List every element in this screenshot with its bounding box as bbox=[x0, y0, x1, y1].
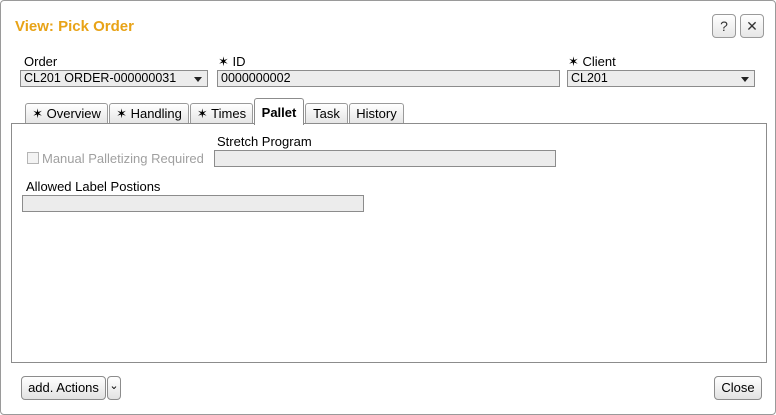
tab-pallet[interactable]: Pallet bbox=[254, 98, 304, 125]
order-label: Order bbox=[24, 54, 58, 69]
allowed-label-positions-label: Allowed Label Postions bbox=[26, 179, 161, 194]
help-icon: ? bbox=[720, 18, 728, 34]
tab-times[interactable]: ✶ Times bbox=[190, 103, 253, 124]
tab-handling[interactable]: ✶ Handling bbox=[109, 103, 189, 124]
allowed-label-positions-field[interactable] bbox=[22, 195, 364, 212]
order-value: CL201 ORDER-000000031 bbox=[24, 71, 177, 85]
chevron-down-icon: ⌄ bbox=[109, 380, 119, 392]
client-select[interactable]: CL201 bbox=[567, 70, 755, 87]
help-button[interactable]: ? bbox=[712, 14, 736, 38]
close-icon: ✕ bbox=[746, 17, 758, 34]
id-value: 0000000002 bbox=[221, 71, 291, 85]
manual-palletizing-label: Manual Palletizing Required bbox=[42, 151, 204, 166]
more-actions-button[interactable]: ⌄ bbox=[107, 376, 121, 400]
tab-history[interactable]: History bbox=[349, 103, 404, 124]
stretch-program-field[interactable] bbox=[214, 150, 556, 167]
id-label: ✶ ID bbox=[218, 54, 246, 69]
stretch-program-label: Stretch Program bbox=[217, 134, 312, 149]
pick-order-dialog: View: Pick Order ? ✕ Order CL201 ORDER-0… bbox=[0, 0, 776, 415]
tab-task[interactable]: Task bbox=[305, 103, 348, 124]
close-button[interactable]: Close bbox=[714, 376, 762, 400]
manual-palletizing-checkbox[interactable] bbox=[27, 152, 39, 164]
client-value: CL201 bbox=[571, 71, 608, 85]
id-field[interactable]: 0000000002 bbox=[217, 70, 560, 87]
order-select[interactable]: CL201 ORDER-000000031 bbox=[20, 70, 208, 87]
client-label: ✶ Client bbox=[568, 54, 616, 69]
add-actions-button[interactable]: add. Actions bbox=[21, 376, 106, 400]
tab-overview[interactable]: ✶ Overview bbox=[25, 103, 108, 124]
dialog-title: View: Pick Order bbox=[15, 18, 134, 35]
close-window-button[interactable]: ✕ bbox=[740, 14, 764, 38]
